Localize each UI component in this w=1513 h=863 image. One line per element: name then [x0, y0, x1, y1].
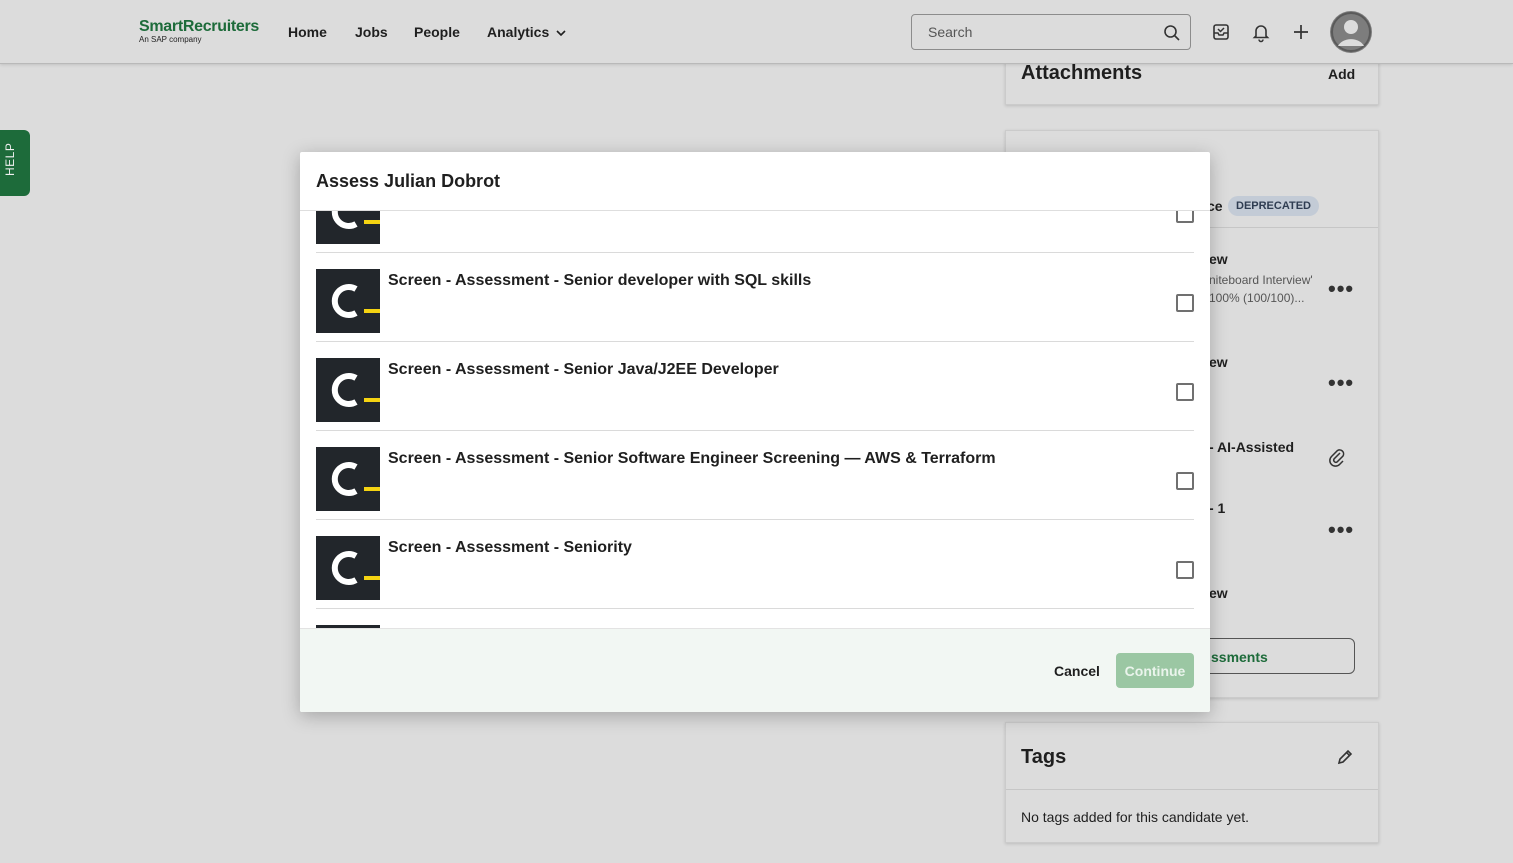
bell-icon[interactable]	[1250, 21, 1272, 43]
deprecated-badge: DEPRECATED	[1228, 196, 1319, 216]
modal-footer: Cancel Continue	[300, 628, 1210, 712]
codility-logo-icon	[316, 211, 380, 244]
paperclip-icon[interactable]	[1328, 447, 1346, 467]
inbox-tray-icon[interactable]	[1210, 21, 1232, 43]
chevron-down-icon	[556, 30, 566, 37]
help-label: HELP	[3, 142, 17, 176]
attachments-title: Attachments	[1021, 62, 1143, 84]
smartrecruiters-logo[interactable]: SmartRecruiters An SAP company	[139, 18, 259, 44]
top-navigation-bar: SmartRecruiters An SAP company Home Jobs…	[0, 0, 1513, 64]
logo-tagline: An SAP company	[139, 35, 202, 44]
assessment-list[interactable]: Screen - Assessment - Senior developer w…	[300, 211, 1210, 628]
assessment-checkbox[interactable]	[1176, 383, 1194, 401]
logo-name: SmartRecruiters	[139, 18, 260, 35]
assessment-item-2-title: ew	[1209, 354, 1228, 370]
assessment-row[interactable]: Screen - Assessment - Senior Java/J2EE D…	[316, 342, 1194, 431]
help-tab[interactable]: HELP	[0, 130, 30, 196]
assessment-item-1-score: 100% (100/100)...	[1209, 291, 1305, 305]
modal-header: Assess Julian Dobrot	[300, 152, 1210, 211]
codility-logo-icon	[316, 269, 380, 333]
assessment-row[interactable]	[316, 609, 1194, 628]
more-options-icon[interactable]: •••	[1328, 278, 1354, 300]
pencil-icon[interactable]	[1335, 747, 1355, 767]
assessment-item-1-title: ew	[1209, 251, 1228, 267]
assessment-label: Screen - Assessment - Senior developer w…	[388, 272, 812, 289]
assessment-checkbox[interactable]	[1176, 561, 1194, 579]
assessment-item-3-title: - AI-Assisted	[1209, 439, 1295, 455]
assessment-label: Screen - Assessment - Senior Software En…	[388, 450, 996, 467]
assess-modal: Assess Julian Dobrot Screen - Assessment…	[300, 152, 1210, 712]
search-icon[interactable]	[1163, 24, 1181, 42]
nav-people[interactable]: People	[414, 24, 460, 40]
assessment-checkbox[interactable]	[1176, 211, 1194, 223]
user-icon	[1331, 12, 1371, 52]
assessment-item-5-title: ew	[1209, 585, 1228, 601]
assessment-row[interactable]: Screen - Assessment - Seniority	[316, 520, 1194, 609]
search-field[interactable]	[911, 14, 1191, 50]
tags-panel: Tags No tags added for this candidate ye…	[1005, 722, 1379, 843]
more-options-icon[interactable]: •••	[1328, 519, 1354, 541]
assessment-row[interactable]: Screen - Assessment - Senior Software En…	[316, 431, 1194, 520]
assessment-label: Screen - Assessment - Seniority	[388, 539, 632, 556]
nav-jobs[interactable]: Jobs	[355, 24, 388, 40]
plus-icon[interactable]	[1290, 21, 1312, 43]
assessment-checkbox[interactable]	[1176, 472, 1194, 490]
assessments-button-label: ssments	[1211, 649, 1268, 665]
avatar[interactable]	[1330, 11, 1372, 53]
tags-title: Tags	[1021, 746, 1067, 768]
codility-logo-icon	[316, 447, 380, 511]
nav-analytics[interactable]: Analytics	[487, 24, 567, 40]
attachments-add-link[interactable]: Add	[1328, 66, 1355, 82]
assessment-item-4-title: - 1	[1209, 500, 1226, 516]
assessment-row[interactable]	[316, 211, 1194, 253]
more-options-icon[interactable]: •••	[1328, 372, 1354, 394]
assessment-checkbox[interactable]	[1176, 294, 1194, 312]
nav-home[interactable]: Home	[288, 24, 327, 40]
cancel-button[interactable]: Cancel	[1054, 663, 1100, 679]
search-input[interactable]	[912, 15, 1152, 49]
modal-title: Assess Julian Dobrot	[316, 171, 501, 191]
continue-button[interactable]: Continue	[1116, 653, 1194, 688]
codility-logo-icon	[316, 358, 380, 422]
assessment-label: Screen - Assessment - Senior Java/J2EE D…	[388, 361, 779, 378]
codility-logo-icon	[316, 536, 380, 600]
nav-analytics-label: Analytics	[487, 24, 550, 40]
divider	[1006, 789, 1378, 790]
tags-empty-text: No tags added for this candidate yet.	[1021, 809, 1250, 825]
assessment-row[interactable]: Screen - Assessment - Senior developer w…	[316, 253, 1194, 342]
assessment-item-1-detail: niteboard Interview'	[1209, 273, 1313, 287]
